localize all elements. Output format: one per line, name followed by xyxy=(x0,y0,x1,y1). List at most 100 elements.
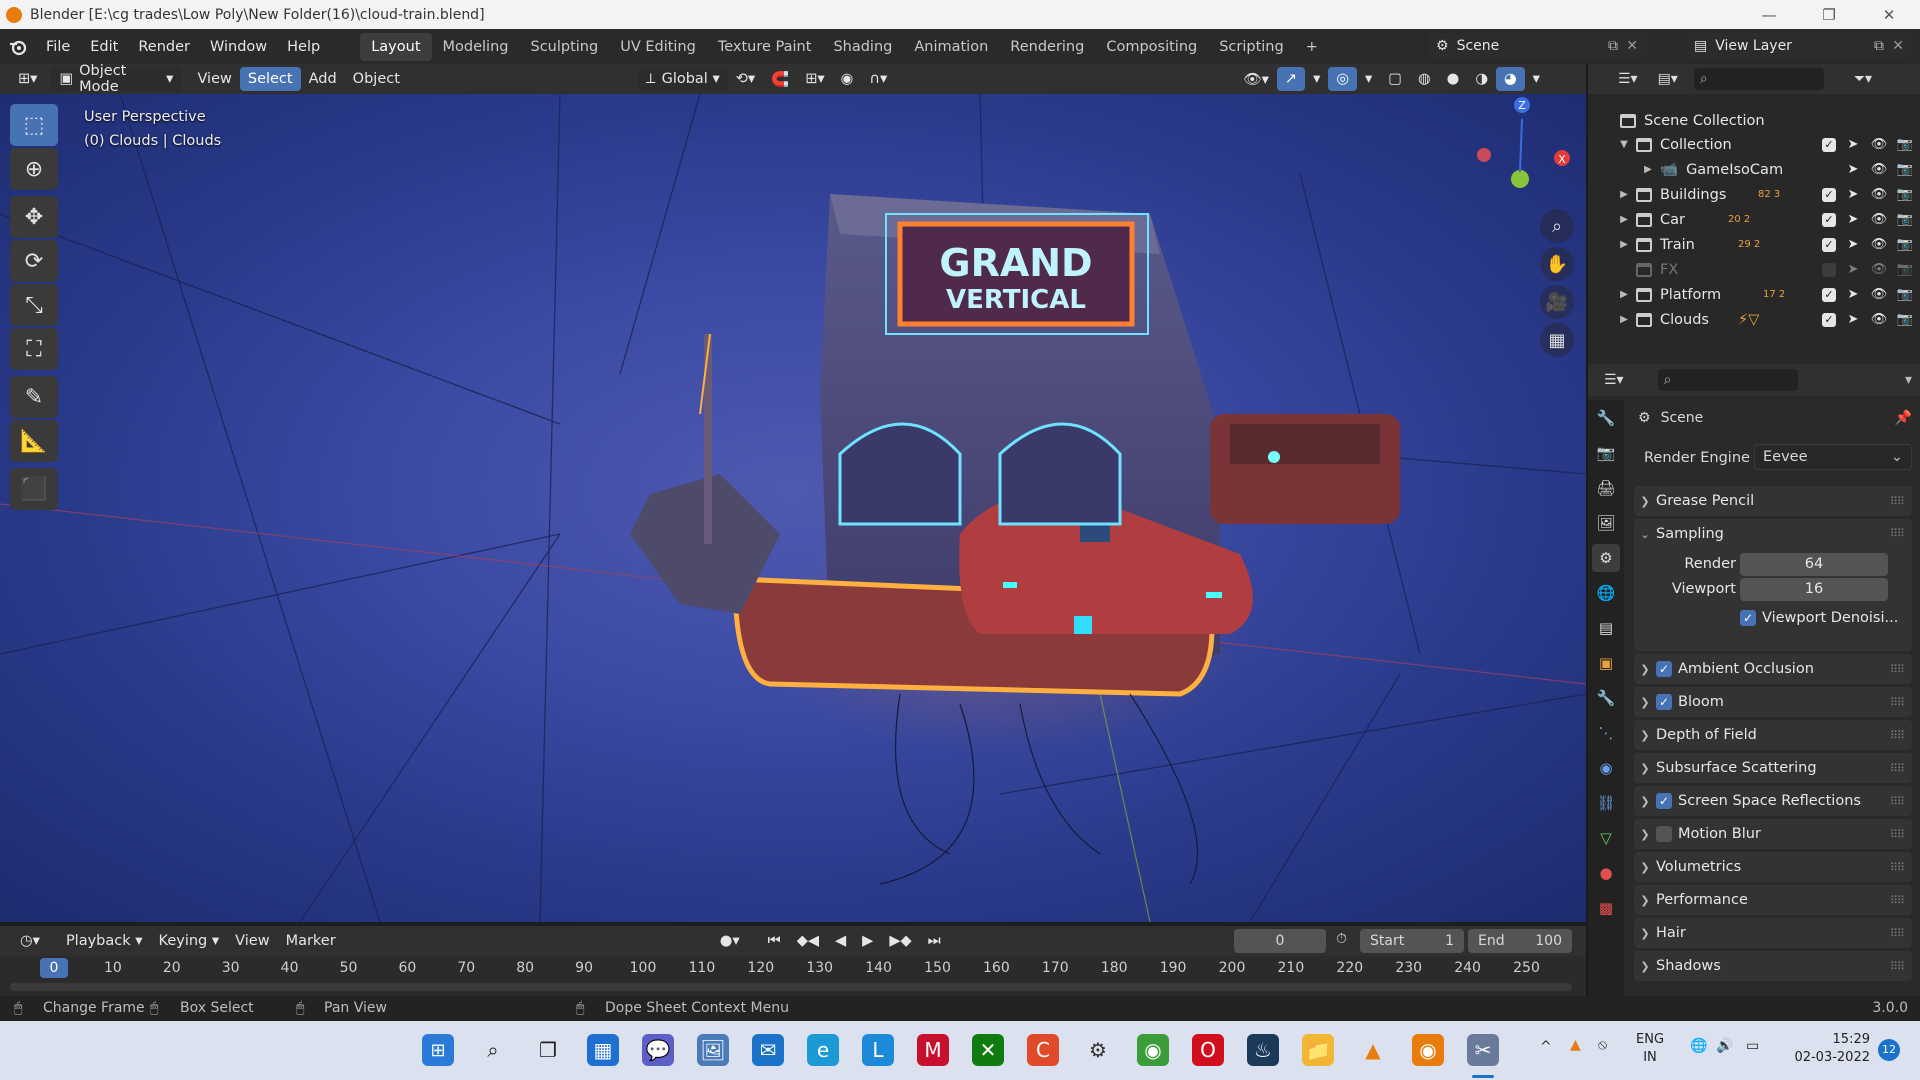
menu-window[interactable]: Window xyxy=(200,29,277,64)
end-frame-field[interactable]: End 100 xyxy=(1468,929,1572,953)
properties-editor-icon[interactable]: ☰▾ xyxy=(1604,372,1624,388)
drag-handle-icon[interactable]: ⠿⠿ xyxy=(1890,828,1905,841)
outliner-editor-icon[interactable]: ☰▾ xyxy=(1618,71,1638,87)
new-view-layer-icon[interactable]: ⧉ xyxy=(1874,38,1884,54)
proportional-edit-icon[interactable]: ◉ xyxy=(833,67,862,91)
panel-grease-pencil[interactable]: ❯ Grease Pencil ⠿⠿ xyxy=(1634,486,1912,516)
tab-compositing[interactable]: Compositing xyxy=(1095,33,1208,61)
drag-handle-icon[interactable]: ⠿⠿ xyxy=(1890,762,1905,775)
tab-texture-paint[interactable]: Texture Paint xyxy=(707,33,823,61)
start-menu-icon[interactable]: ⊞ xyxy=(422,1034,454,1066)
view-layer-selector[interactable]: ▤ View Layer ⧉ ✕ xyxy=(1686,33,1912,59)
jump-start-icon[interactable]: ⏮ xyxy=(760,929,789,953)
render-samples-field[interactable]: 64 xyxy=(1740,553,1888,576)
next-keyframe-icon[interactable]: ▶◆ xyxy=(881,929,919,953)
tray-network-off-icon[interactable]: ⦸ xyxy=(1598,1037,1607,1053)
panel-bloom[interactable]: ❯ ✓ Bloom ⠿⠿ xyxy=(1634,687,1912,717)
add-menu[interactable]: Add xyxy=(301,67,345,91)
render-camera-icon[interactable]: 📷 xyxy=(1896,312,1914,327)
tab-rendering[interactable]: Rendering xyxy=(999,33,1095,61)
opera-icon[interactable]: O xyxy=(1192,1034,1224,1066)
add-cube-tool-icon[interactable]: ⬛ xyxy=(10,468,58,510)
snap-target-icon[interactable]: ⊞▾ xyxy=(797,67,832,91)
app-l-icon[interactable]: L xyxy=(862,1034,894,1066)
photos-icon[interactable]: 🖼 xyxy=(697,1034,729,1066)
timeline-editor-icon[interactable]: ◷▾ xyxy=(12,929,48,953)
outliner-row-car[interactable]: ▶ Car 20 2 ✓ ➤ 👁 📷 xyxy=(1588,207,1920,232)
transform-tool-icon[interactable]: ⛶ xyxy=(10,328,58,370)
outliner-row-gameisocam[interactable]: ▶ 📹 GameIsoCam ➤ 👁 📷 xyxy=(1588,157,1920,182)
move-tool-icon[interactable]: ✥ xyxy=(10,196,58,238)
panel-performance[interactable]: ❯ Performance ⠿⠿ xyxy=(1634,885,1912,915)
measure-tool-icon[interactable]: 📐 xyxy=(10,420,58,462)
shading-solid-icon[interactable]: ● xyxy=(1439,67,1468,91)
mode-selector[interactable]: ▣ Object Mode ▾ xyxy=(51,63,182,95)
auto-keying-icon[interactable]: ●▾ xyxy=(712,929,748,953)
add-workspace-button[interactable]: + xyxy=(1295,33,1329,61)
scale-tool-icon[interactable]: ⤡ xyxy=(10,284,58,326)
current-frame-field[interactable]: 0 xyxy=(1234,929,1326,953)
constraints-tab-icon[interactable]: ⛓ xyxy=(1592,789,1620,817)
tray-vlc-icon[interactable]: ▲ xyxy=(1570,1037,1581,1053)
vlc-icon[interactable]: ▲ xyxy=(1357,1034,1389,1066)
xbox-icon[interactable]: ✕ xyxy=(972,1034,1004,1066)
shading-dropdown-icon[interactable]: ▾ xyxy=(1525,67,1548,91)
task-view-icon[interactable]: ❐ xyxy=(532,1034,564,1066)
exclude-checkbox[interactable]: ✓ xyxy=(1822,237,1836,252)
world-tab-icon[interactable]: 🌐 xyxy=(1592,579,1620,607)
motion-blur-checkbox[interactable] xyxy=(1656,826,1672,842)
edge-icon[interactable]: e xyxy=(807,1034,839,1066)
drag-handle-icon[interactable]: ⠿⠿ xyxy=(1890,696,1905,709)
exclude-checkbox[interactable]: ✓ xyxy=(1822,187,1836,202)
panel-depth-of-field[interactable]: ❯ Depth of Field ⠿⠿ xyxy=(1634,720,1912,750)
new-scene-icon[interactable]: ⧉ xyxy=(1608,38,1618,54)
bloom-checkbox[interactable]: ✓ xyxy=(1656,694,1672,710)
exclude-checkbox[interactable]: ✓ xyxy=(1822,212,1836,227)
select-menu[interactable]: Select xyxy=(239,67,301,91)
overlay-dropdown-icon[interactable]: ▾ xyxy=(1357,67,1380,91)
render-camera-icon[interactable]: 📷 xyxy=(1896,262,1914,277)
selectable-icon[interactable]: ➤ xyxy=(1844,287,1862,302)
outliner-row-train[interactable]: ▶ Train 29 2 ✓ ➤ 👁 📷 xyxy=(1588,232,1920,257)
keying-menu[interactable]: Keying ▾ xyxy=(151,929,228,953)
battery-icon[interactable]: ▭ xyxy=(1746,1038,1759,1054)
ambient-occlusion-checkbox[interactable]: ✓ xyxy=(1656,661,1672,677)
play-icon[interactable]: ▶ xyxy=(854,929,881,953)
tool-tab-icon[interactable]: 🔧 xyxy=(1592,404,1620,432)
volume-icon[interactable]: 🔊 xyxy=(1716,1038,1733,1054)
expand-arrow-icon[interactable]: ▶ xyxy=(1616,189,1632,200)
drag-handle-icon[interactable]: ⠿⠿ xyxy=(1890,795,1905,808)
snipping-tool-icon[interactable]: ✂ xyxy=(1467,1034,1499,1066)
selectable-icon[interactable]: ➤ xyxy=(1844,187,1862,202)
shading-wireframe-icon[interactable]: ◍ xyxy=(1410,67,1439,91)
chat-icon[interactable]: 💬 xyxy=(642,1034,674,1066)
outliner-row-collection[interactable]: ▼ Collection ✓ ➤ 👁 📷 xyxy=(1588,132,1920,157)
eye-icon[interactable]: 👁 xyxy=(1870,137,1888,152)
drag-handle-icon[interactable]: ⠿⠿ xyxy=(1890,927,1905,940)
widgets-icon[interactable]: ▦ xyxy=(587,1034,619,1066)
globe-icon[interactable]: 🌐 xyxy=(1690,1038,1707,1054)
render-camera-icon[interactable]: 📷 xyxy=(1896,187,1914,202)
viewport-denoise-row[interactable]: ✓ Viewport Denoisi... xyxy=(1740,610,1898,626)
mcafee-icon[interactable]: M xyxy=(917,1034,949,1066)
drag-handle-icon[interactable]: ⠿⠿ xyxy=(1890,527,1905,540)
expand-arrow-icon[interactable]: ▶ xyxy=(1616,239,1632,250)
menu-file[interactable]: File xyxy=(36,29,80,64)
pin-icon[interactable]: 📌 xyxy=(1895,410,1912,426)
ssr-checkbox[interactable]: ✓ xyxy=(1656,793,1672,809)
viewport-denoise-checkbox[interactable]: ✓ xyxy=(1740,610,1756,626)
properties-search-field[interactable]: ⌕ xyxy=(1657,369,1798,391)
search-icon[interactable]: ⌕ xyxy=(477,1034,509,1066)
tab-shading[interactable]: Shading xyxy=(822,33,903,61)
material-tab-icon[interactable]: ● xyxy=(1592,859,1620,887)
zoom-icon[interactable]: ⌕ xyxy=(1540,209,1574,243)
tab-sculpting[interactable]: Sculpting xyxy=(519,33,609,61)
object-menu[interactable]: Object xyxy=(345,67,408,91)
selectable-icon[interactable]: ➤ xyxy=(1844,162,1862,177)
eye-icon[interactable]: 👁 xyxy=(1870,162,1888,177)
panel-ambient-occlusion[interactable]: ❯ ✓ Ambient Occlusion ⠿⠿ xyxy=(1634,654,1912,684)
xray-icon[interactable]: ▢ xyxy=(1380,67,1410,91)
snap-icon[interactable]: 🧲 xyxy=(763,67,797,91)
expand-arrow-icon[interactable]: ▶ xyxy=(1616,314,1632,325)
drag-handle-icon[interactable]: ⠿⠿ xyxy=(1890,729,1905,742)
